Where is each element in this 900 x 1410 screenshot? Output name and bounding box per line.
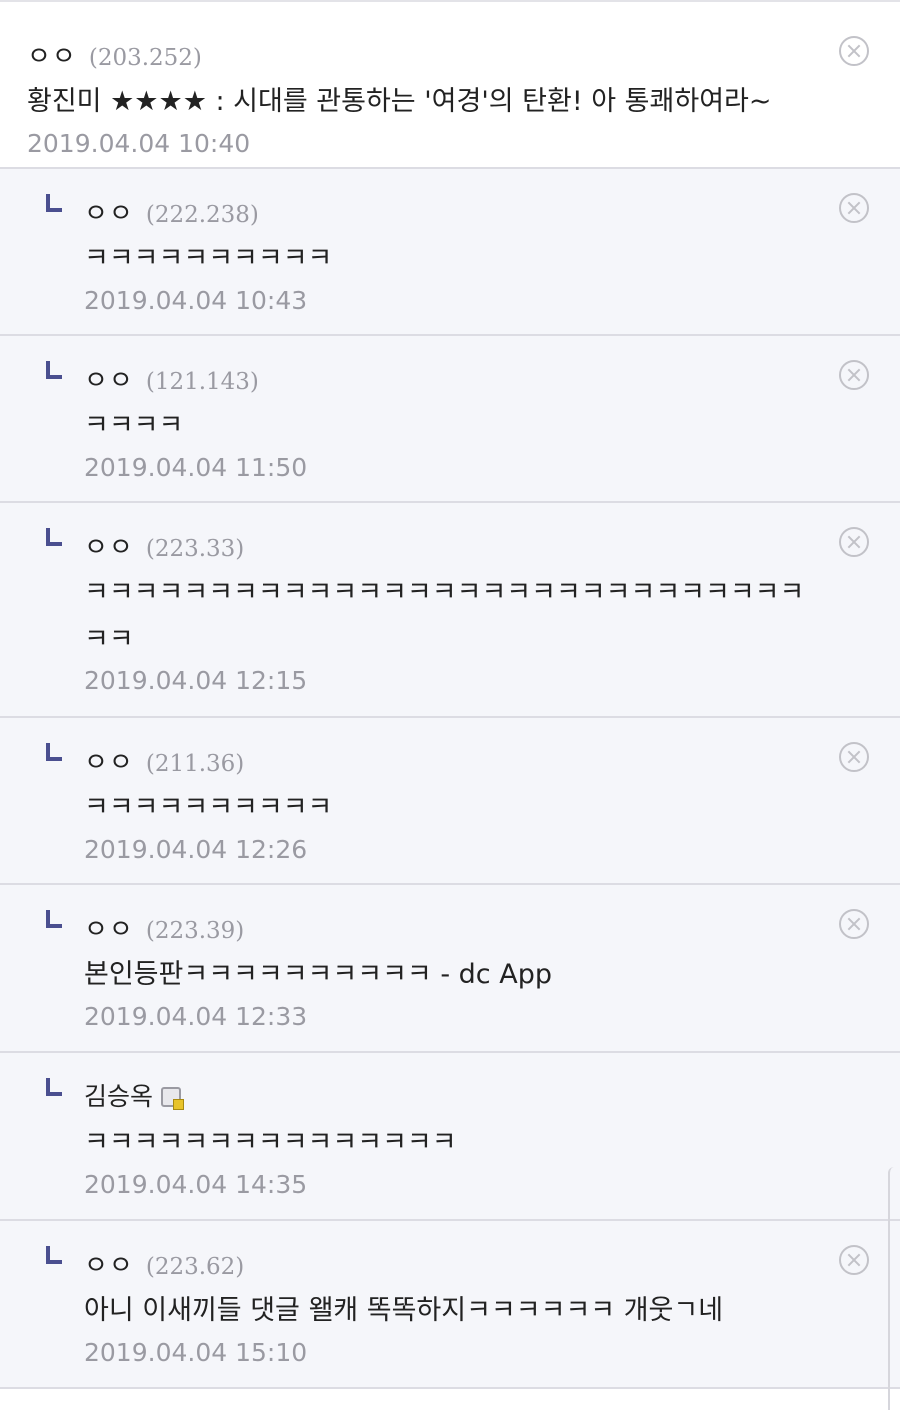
comment-meta: ㅇㅇ (203.252): [27, 36, 202, 73]
delete-comment-icon[interactable]: [839, 360, 869, 390]
comment-meta: ㅇㅇ (211.36): [84, 742, 244, 779]
reply-item: ㅇㅇ (223.62) 아니 이새끼들 댓글 왤캐 똑똑하지ㅋㅋㅋㅋㅋㅋ 개웃ㄱ…: [0, 1221, 900, 1389]
comment-date: 2019.04.04 12:15: [84, 666, 308, 695]
comment-date: 2019.04.04 12:26: [84, 835, 308, 864]
comment-item: ㅇㅇ (203.252) 황진미 ★★★★ : 시대를 관통하는 '여경'의 탄…: [0, 2, 900, 169]
delete-comment-icon[interactable]: [839, 909, 869, 939]
delete-comment-icon[interactable]: [839, 527, 869, 557]
delete-comment-icon[interactable]: [839, 193, 869, 223]
reply-item: ㅇㅇ (223.33) ㅋㅋㅋㅋㅋㅋㅋㅋㅋㅋㅋㅋㅋㅋㅋㅋㅋㅋㅋㅋㅋㅋㅋㅋㅋㅋㅋㅋ…: [0, 503, 900, 718]
comment-nickname[interactable]: ㅇㅇ: [84, 527, 134, 564]
comment-list: ㅇㅇ (203.252) 황진미 ★★★★ : 시대를 관통하는 '여경'의 탄…: [0, 0, 900, 1410]
member-badge-icon: [161, 1087, 185, 1110]
scrollbar[interactable]: [888, 1167, 894, 1410]
comment-nickname[interactable]: ㅇㅇ: [84, 1245, 134, 1282]
reply-item: 김승옥 ㅋㅋㅋㅋㅋㅋㅋㅋㅋㅋㅋㅋㅋㅋㅋ 2019.04.04 14:35: [0, 1053, 900, 1221]
reply-arrow-icon: [46, 910, 62, 928]
comment-nickname[interactable]: ㅇㅇ: [84, 360, 134, 397]
comment-text: 아니 이새끼들 댓글 왤캐 똑똑하지ㅋㅋㅋㅋㅋㅋ 개웃ㄱ네: [84, 1295, 724, 1326]
comment-date: 2019.04.04 11:50: [84, 453, 308, 482]
comment-text: 본인등판ㅋㅋㅋㅋㅋㅋㅋㅋㅋㅋ - dc App: [84, 959, 552, 990]
comment-text: ㅋㅋㅋㅋㅋㅋㅋㅋㅋㅋ: [84, 792, 333, 823]
comment-meta: ㅇㅇ (223.33): [84, 527, 244, 564]
comment-nickname[interactable]: ㅇㅇ: [84, 193, 134, 230]
comment-date: 2019.04.04 15:10: [84, 1338, 308, 1367]
comment-date: 2019.04.04 14:35: [84, 1170, 308, 1199]
comment-text: ㅋㅋㅋㅋ: [84, 410, 184, 441]
comment-ip: (223.62): [145, 1254, 245, 1280]
comment-nickname[interactable]: ㅇㅇ: [84, 909, 134, 946]
comment-nickname[interactable]: 김승옥: [84, 1077, 153, 1113]
reply-arrow-icon: [46, 194, 62, 212]
comment-ip: (223.39): [145, 918, 245, 944]
delete-comment-icon[interactable]: [839, 36, 869, 66]
comment-ip: (203.252): [88, 45, 202, 71]
comment-ip: (211.36): [145, 751, 245, 777]
comment-text: ㅋㅋㅋㅋㅋㅋㅋㅋㅋㅋㅋㅋㅋㅋㅋㅋㅋㅋㅋㅋㅋㅋㅋㅋㅋㅋㅋㅋㅋ ㅋㅋ: [84, 577, 805, 655]
comment-ip: (121.143): [145, 369, 259, 395]
reply-item: ㅇㅇ (222.238) ㅋㅋㅋㅋㅋㅋㅋㅋㅋㅋ 2019.04.04 10:43: [0, 169, 900, 336]
comment-date: 2019.04.04 10:40: [27, 129, 251, 158]
delete-comment-icon[interactable]: [839, 742, 869, 772]
reply-arrow-icon: [46, 1246, 62, 1264]
comment-ip: (222.238): [145, 202, 259, 228]
comment-meta: ㅇㅇ (222.238): [84, 193, 259, 230]
comment-date: 2019.04.04 10:43: [84, 286, 308, 315]
comment-meta: ㅇㅇ (223.39): [84, 909, 244, 946]
comment-nickname[interactable]: ㅇㅇ: [27, 36, 77, 73]
reply-item: ㅇㅇ (121.143) ㅋㅋㅋㅋ 2019.04.04 11:50: [0, 336, 900, 503]
reply-arrow-icon: [46, 361, 62, 379]
comment-text: ㅋㅋㅋㅋㅋㅋㅋㅋㅋㅋㅋㅋㅋㅋㅋ: [84, 1127, 457, 1158]
comment-ip: (223.33): [145, 536, 245, 562]
comment-meta: 김승옥: [84, 1077, 185, 1113]
reply-arrow-icon: [46, 743, 62, 761]
delete-comment-icon[interactable]: [839, 1245, 869, 1275]
reply-item: ㅇㅇ (211.36) ㅋㅋㅋㅋㅋㅋㅋㅋㅋㅋ 2019.04.04 12:26: [0, 718, 900, 885]
reply-item: ㅇㅇ (223.39) 본인등판ㅋㅋㅋㅋㅋㅋㅋㅋㅋㅋ - dc App 2019…: [0, 885, 900, 1053]
comment-nickname[interactable]: ㅇㅇ: [84, 742, 134, 779]
comment-date: 2019.04.04 12:33: [84, 1002, 308, 1031]
comment-meta: ㅇㅇ (121.143): [84, 360, 259, 397]
comment-text: 황진미 ★★★★ : 시대를 관통하는 '여경'의 탄환! 아 통쾌하여라~: [27, 86, 772, 117]
comment-meta: ㅇㅇ (223.62): [84, 1245, 244, 1282]
reply-arrow-icon: [46, 528, 62, 546]
reply-arrow-icon: [46, 1078, 62, 1096]
comment-text: ㅋㅋㅋㅋㅋㅋㅋㅋㅋㅋ: [84, 243, 333, 274]
